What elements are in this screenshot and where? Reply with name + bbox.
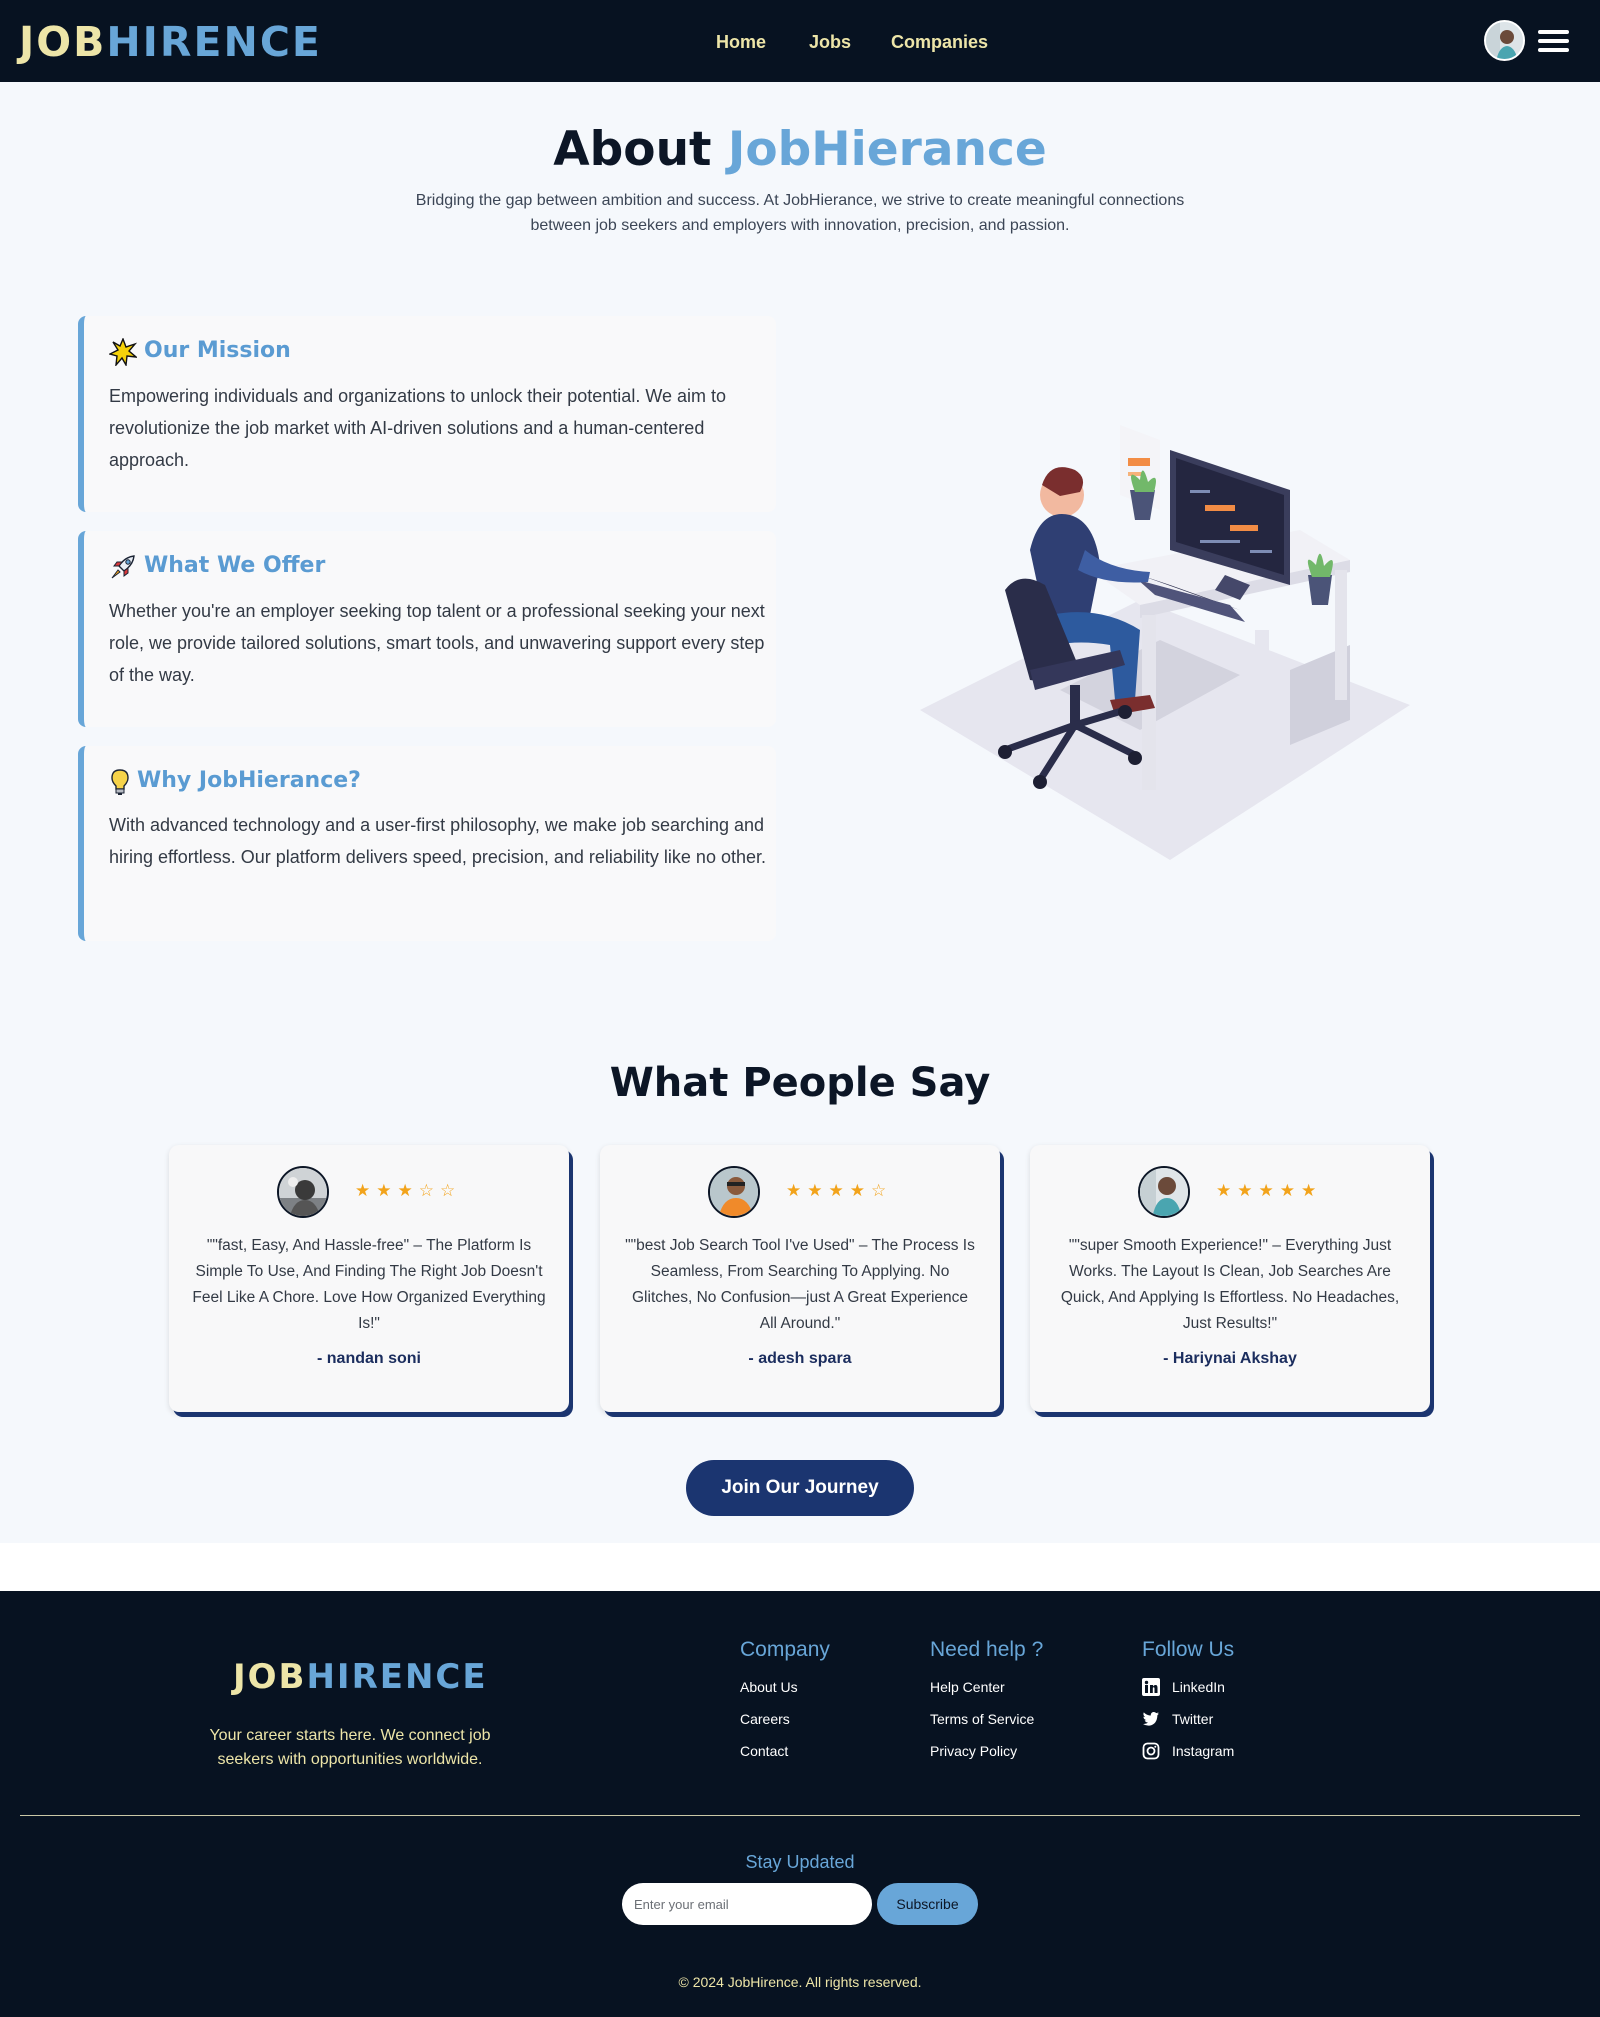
- footer-company-column: Company About Us Careers Contact: [740, 1635, 830, 1767]
- star-rating: ★★★☆☆: [355, 1181, 462, 1201]
- developer-illustration: [920, 425, 1410, 860]
- footer-link-label: Instagram: [1172, 1743, 1235, 1759]
- footer-brand-logo[interactable]: JOBHIRENCE: [233, 1655, 488, 1699]
- testimonial-card: ★★★★★ ""super Smooth Experience!" – Ever…: [1030, 1145, 1430, 1412]
- footer-tagline: Your career starts here. We connect job …: [209, 1727, 491, 1768]
- footer-help-heading: Need help ?: [930, 1638, 1044, 1661]
- footer-link-twitter[interactable]: Twitter: [1142, 1703, 1234, 1735]
- footer-logo-part1: JOB: [233, 1657, 307, 1697]
- card-title: Why JobHierance?: [137, 768, 361, 793]
- testimonial-quote: ""best Job Search Tool I've Used" – The …: [625, 1237, 975, 1332]
- footer-follow-heading: Follow Us: [1142, 1638, 1235, 1661]
- footer-link-label: LinkedIn: [1172, 1679, 1225, 1695]
- footer-follow-column: Follow Us LinkedIn Twitter Instagram: [1142, 1635, 1234, 1767]
- footer-link-label: Twitter: [1172, 1711, 1214, 1727]
- testimonial-card: ★★★★☆ ""best Job Search Tool I've Used" …: [600, 1145, 1000, 1412]
- footer-link-careers[interactable]: Careers: [740, 1703, 830, 1735]
- nav-link-companies[interactable]: Companies: [891, 29, 988, 55]
- avatar: [277, 1166, 329, 1218]
- footer-divider: [20, 1815, 1580, 1816]
- newsletter-email-input[interactable]: [622, 1883, 872, 1925]
- hamburger-menu-icon[interactable]: [1538, 30, 1569, 53]
- lightbulb-icon: [111, 769, 129, 795]
- rocket-icon: [111, 555, 135, 579]
- avatar: [708, 1166, 760, 1218]
- card-title: What We Offer: [144, 553, 326, 578]
- footer-link-help-center[interactable]: Help Center: [930, 1671, 1043, 1703]
- join-our-journey-button[interactable]: Join Our Journey: [686, 1460, 914, 1516]
- footer-link-linkedin[interactable]: LinkedIn: [1142, 1671, 1234, 1703]
- copyright-text: © 2024 JobHirence. All rights reserved.: [678, 1974, 922, 1990]
- testimonial-card: ★★★☆☆ ""fast, Easy, And Hassle-free" – T…: [169, 1145, 569, 1412]
- footer-link-terms[interactable]: Terms of Service: [930, 1703, 1043, 1735]
- about-title: About JobHierance: [0, 120, 1600, 180]
- footer-link-instagram[interactable]: Instagram: [1142, 1735, 1234, 1767]
- card-text: With advanced technology and a user-firs…: [109, 815, 766, 867]
- star-rating: ★★★★★: [1216, 1181, 1323, 1201]
- footer-link-contact[interactable]: Contact: [740, 1735, 830, 1767]
- card-text: Whether you're an employer seeking top t…: [109, 601, 765, 685]
- testimonial-quote: ""super Smooth Experience!" – Everything…: [1060, 1237, 1400, 1332]
- footer-logo-part2: HIRENCE: [306, 1657, 488, 1697]
- testimonials-title: What People Say: [609, 1060, 991, 1106]
- star-rating: ★★★★☆: [786, 1181, 893, 1201]
- card-title: Our Mission: [144, 338, 291, 363]
- stay-updated-heading: Stay Updated: [745, 1852, 855, 1872]
- linkedin-icon: [1142, 1678, 1160, 1696]
- nav-link-home[interactable]: Home: [716, 29, 766, 55]
- navbar: JOBHIRENCE Home Jobs Companies: [0, 0, 1600, 82]
- card-text: Empowering individuals and organizations…: [109, 386, 727, 470]
- why-card: Why JobHierance? With advanced technolog…: [78, 746, 776, 941]
- twitter-icon: [1143, 1711, 1159, 1726]
- mission-card: Our Mission Empowering individuals and o…: [78, 316, 776, 512]
- footer-link-about-us[interactable]: About Us: [740, 1671, 830, 1703]
- sparkle-icon: [109, 338, 137, 366]
- subscribe-button[interactable]: Subscribe: [877, 1883, 978, 1925]
- offer-card: What We Offer Whether you're an employer…: [78, 531, 776, 727]
- about-title-brand: JobHierance: [727, 122, 1047, 177]
- footer-company-heading: Company: [740, 1638, 830, 1661]
- footer-help-column: Need help ? Help Center Terms of Service…: [930, 1635, 1043, 1767]
- testimonial-author: - Hariynai Akshay: [1163, 1350, 1297, 1367]
- nav-link-jobs[interactable]: Jobs: [809, 29, 851, 55]
- testimonial-author: - nandan soni: [317, 1350, 421, 1367]
- testimonial-author: - adesh spara: [748, 1350, 852, 1367]
- about-title-text: About: [553, 122, 728, 177]
- about-subtitle: Bridging the gap between ambition and su…: [415, 192, 1185, 234]
- user-avatar[interactable]: [1484, 20, 1525, 61]
- avatar: [1138, 1166, 1190, 1218]
- instagram-icon: [1142, 1742, 1160, 1760]
- footer-link-privacy[interactable]: Privacy Policy: [930, 1735, 1043, 1767]
- nav-links: Home Jobs Companies: [0, 29, 1600, 55]
- footer: JOBHIRENCE Your career starts here. We c…: [0, 1591, 1600, 2017]
- testimonial-quote: ""fast, Easy, And Hassle-free" – The Pla…: [192, 1237, 546, 1332]
